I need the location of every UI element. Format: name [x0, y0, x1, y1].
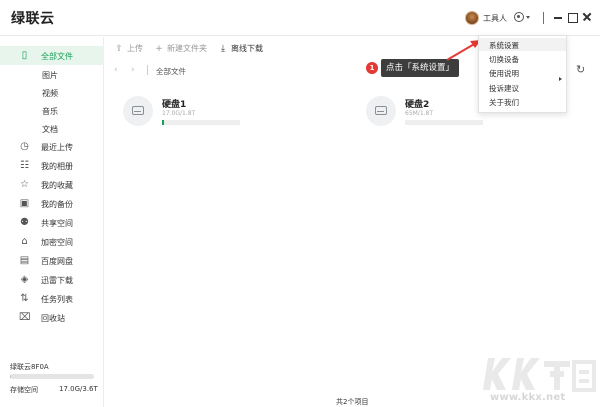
step-badge: 1	[366, 62, 378, 74]
sidebar-subitem-music[interactable]: 音乐	[42, 106, 58, 117]
sidebar-item-label: 任务列表	[41, 295, 73, 304]
disk-progress	[405, 120, 483, 125]
clock-icon: ◷	[20, 141, 29, 152]
sidebar-item-thunder[interactable]: ◈ 迅雷下载	[0, 270, 104, 289]
sidebar-item-tasks[interactable]: ⇅ 任务列表	[0, 289, 104, 308]
settings-menu-button[interactable]	[514, 11, 534, 25]
sidebar-subitem-videos[interactable]: 视频	[42, 88, 58, 99]
sidebar-item-baidu[interactable]: ▤ 百度网盘	[0, 251, 104, 270]
sidebar-item-trash[interactable]: ⌧ 回收站	[0, 308, 104, 327]
disk-progress-fill	[162, 120, 164, 125]
thunder-icon: ◈	[20, 274, 29, 285]
username[interactable]: 工具人	[483, 13, 507, 24]
disk-name: 硬盘1	[162, 100, 187, 110]
sidebar-item-encrypted[interactable]: ⌂ 加密空间	[0, 232, 104, 251]
new-folder-label: 新建文件夹	[167, 44, 207, 53]
sidebar-item-backup[interactable]: ▣ 我的备份	[0, 194, 104, 213]
storage-progress-fill	[10, 374, 11, 379]
sidebar-item-label: 回收站	[41, 314, 65, 323]
breadcrumb[interactable]: 全部文件	[156, 66, 186, 77]
file-area: 硬盘1 17.0G/1.8T 硬盘2 65M/1.8T	[105, 82, 600, 392]
plus-icon: +	[155, 43, 163, 54]
album-icon: ☷	[20, 160, 29, 171]
storage-value: 17.0G/3.6T	[59, 385, 98, 393]
sidebar: ▯ 全部文件 图片 视频 音乐 文档 ◷ 最近上传 ☷ 我的相册 ☆ 我的收藏 …	[0, 37, 104, 407]
offline-download-button[interactable]: ⤓ 离线下载	[218, 43, 263, 54]
storage-progress	[10, 374, 94, 379]
annotation-arrow-icon	[446, 40, 481, 61]
watermark-logo	[483, 358, 596, 392]
sidebar-item-label: 我的相册	[41, 162, 73, 171]
hard-drive-icon	[366, 96, 396, 126]
forward-arrow-icon[interactable]: ›	[131, 65, 135, 75]
title-divider	[543, 12, 544, 24]
transfer-icon: ⇅	[20, 293, 29, 304]
menu-item-switch-device[interactable]: 切换设备	[489, 54, 519, 65]
sidebar-item-label: 我的收藏	[41, 181, 73, 190]
sidebar-item-favorites[interactable]: ☆ 我的收藏	[0, 175, 104, 194]
offline-download-label: 离线下载	[231, 44, 263, 53]
disk-usage: 65M/1.8T	[405, 110, 434, 117]
sidebar-item-label: 迅雷下载	[41, 276, 73, 285]
user-avatar[interactable]	[465, 11, 479, 25]
close-button[interactable]	[581, 11, 593, 23]
caret-down-icon	[526, 16, 530, 19]
sidebar-item-all-files[interactable]: ▯ 全部文件	[0, 46, 104, 65]
minimize-button[interactable]	[552, 11, 564, 23]
upload-button[interactable]: ⇪ 上传	[114, 43, 143, 54]
menu-item-instructions[interactable]: 使用说明	[489, 68, 519, 79]
back-arrow-icon[interactable]: ‹	[114, 65, 118, 75]
title-bar: 绿联云 工具人	[0, 0, 600, 36]
sidebar-item-label: 我的备份	[41, 200, 73, 209]
maximize-button[interactable]	[566, 11, 578, 23]
lock-icon: ⌂	[21, 236, 28, 247]
settings-dropdown-menu: 系统设置 切换设备 使用说明 投诉建议 关于我们	[478, 35, 567, 113]
download-icon: ⤓	[221, 43, 225, 54]
hard-drive-icon	[123, 96, 153, 126]
device-name: 绿联云8F0A	[10, 363, 49, 371]
sidebar-subitem-docs[interactable]: 文档	[42, 124, 58, 135]
submenu-arrow-icon	[559, 77, 562, 81]
disk-card-1[interactable]: 硬盘1 17.0G/1.8T	[105, 94, 335, 134]
menu-item-about[interactable]: 关于我们	[489, 97, 519, 108]
app-title: 绿联云	[11, 11, 55, 27]
baidu-icon: ▤	[19, 255, 30, 266]
new-folder-button[interactable]: + 新建文件夹	[154, 43, 207, 54]
sidebar-item-shared[interactable]: ⚉ 共享空间	[0, 213, 104, 232]
disk-progress	[162, 120, 240, 125]
sidebar-item-label: 最近上传	[41, 143, 73, 152]
sidebar-item-label: 共享空间	[41, 219, 73, 228]
star-icon: ☆	[20, 179, 29, 190]
upload-label: 上传	[127, 44, 143, 53]
sidebar-item-label: 加密空间	[41, 238, 73, 247]
gear-icon	[514, 12, 524, 22]
refresh-icon[interactable]: ↻	[576, 63, 585, 76]
users-icon: ⚉	[20, 217, 29, 228]
sidebar-item-label: 全部文件	[41, 52, 73, 61]
backup-icon: ▣	[19, 198, 30, 209]
storage-label: 存储空间	[10, 386, 38, 394]
disk-usage: 17.0G/1.8T	[162, 110, 196, 117]
sidebar-item-album[interactable]: ☷ 我的相册	[0, 156, 104, 175]
sidebar-item-recent[interactable]: ◷ 最近上传	[0, 137, 104, 156]
upload-icon: ⇪	[115, 43, 123, 54]
sidebar-item-label: 百度网盘	[41, 257, 73, 266]
nav-divider	[147, 65, 148, 75]
watermark-url: www.kkx.net	[490, 392, 566, 403]
file-icon: ▯	[21, 50, 28, 61]
menu-item-feedback[interactable]: 投诉建议	[489, 83, 519, 94]
trash-icon: ⌧	[19, 312, 31, 323]
item-count: 共2个项目	[336, 398, 369, 406]
sidebar-subitem-photos[interactable]: 图片	[42, 70, 58, 81]
disk-name: 硬盘2	[405, 100, 430, 110]
menu-item-system-settings[interactable]: 系统设置	[479, 38, 566, 51]
